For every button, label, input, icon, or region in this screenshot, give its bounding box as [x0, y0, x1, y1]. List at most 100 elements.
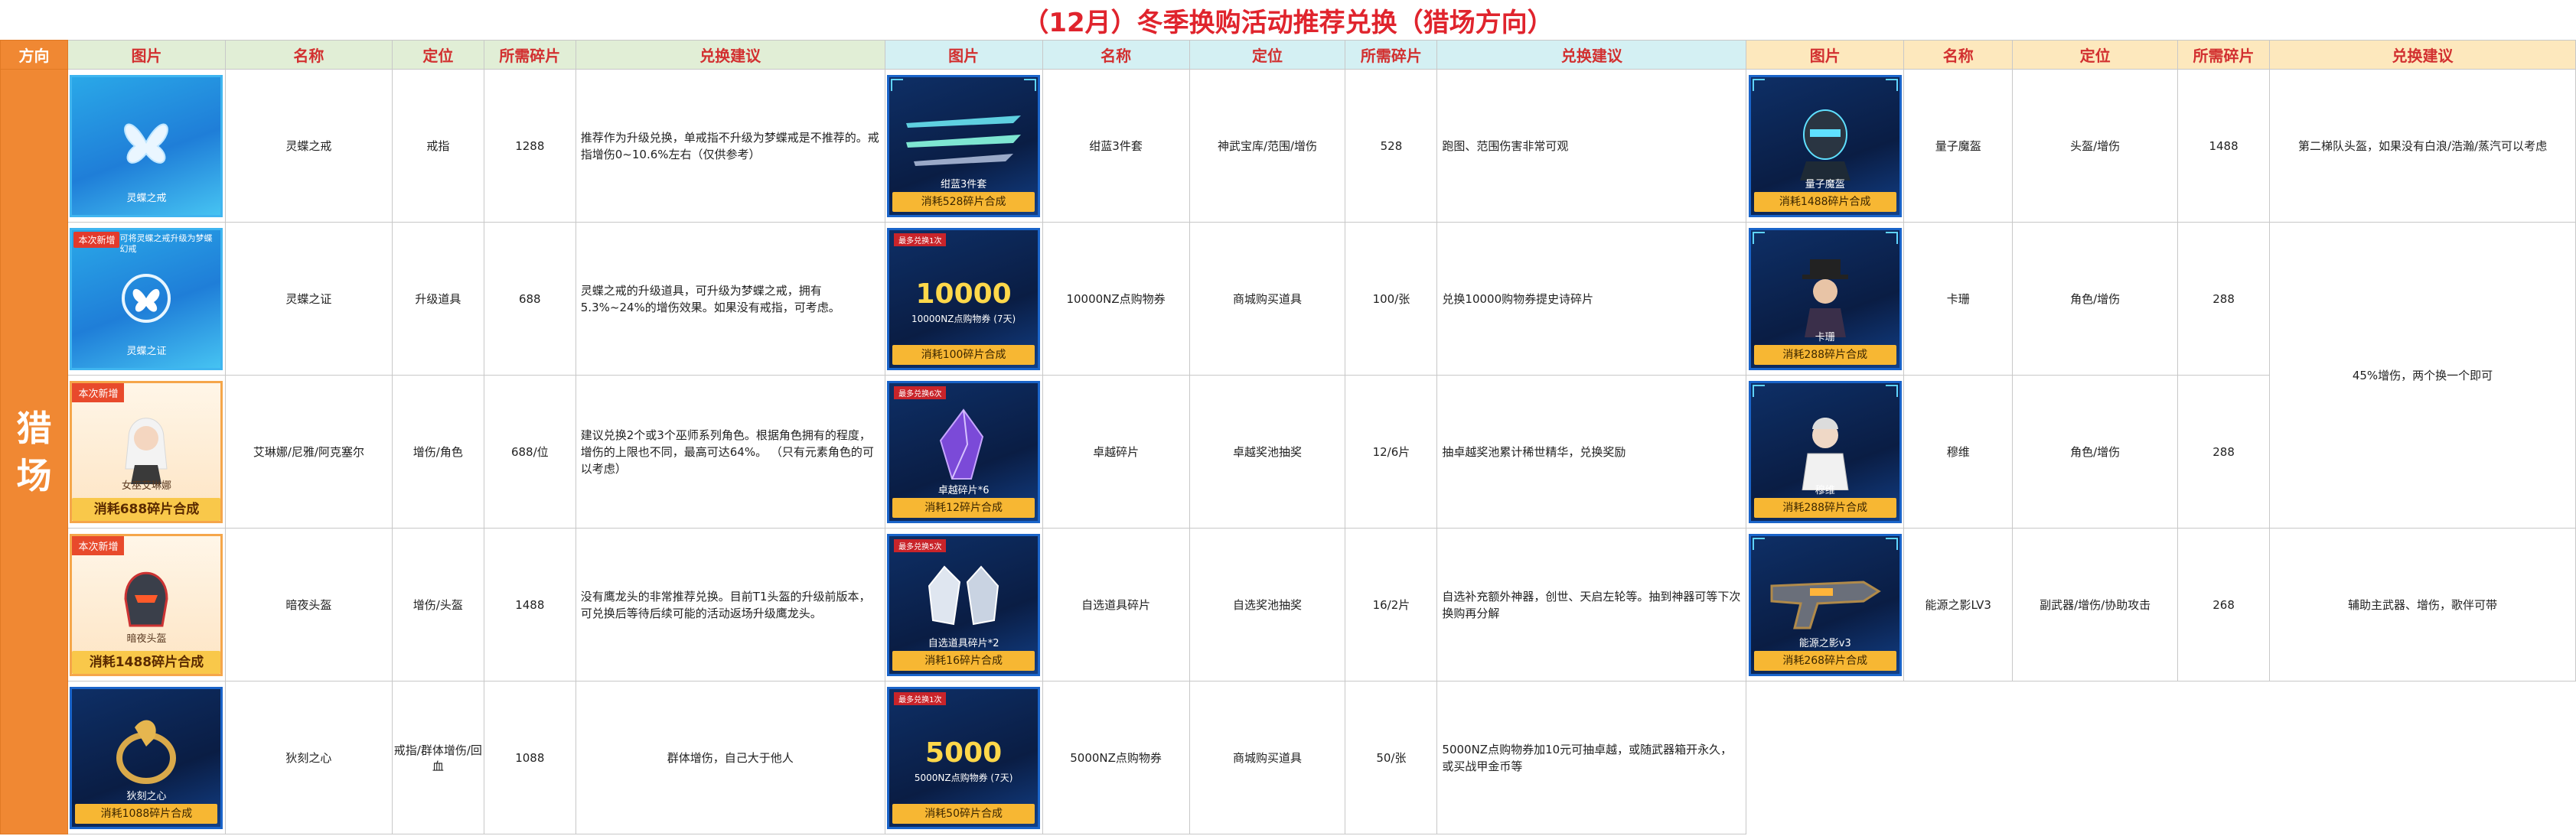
image-cell: 能源之影v3 消耗268碎片合成	[1746, 528, 1905, 681]
card-cost-bar: 消耗100碎片合成	[892, 344, 1035, 365]
table-row: 狄刻之心 消耗1088碎片合成 狄刻之心 戒指/群体增伤/回血 1088 群体增…	[1, 681, 2576, 834]
card-name: 穆维	[1815, 484, 1835, 496]
dark-helmet-icon	[124, 571, 168, 626]
cost-cell: 50/张	[1345, 681, 1438, 834]
cost-cell: 12/6片	[1345, 375, 1438, 529]
header-cost: 所需碎片	[1345, 40, 1438, 70]
card-name: 绀蓝3件套	[940, 178, 987, 190]
advice-cell: 推荐作为升级兑换，单戒指不升级为梦蝶戒是不推荐的。戒指增伤0~10.6%左右（仅…	[575, 69, 885, 223]
image-cell: 本次新增 女巫艾琳娜 消耗688碎片合成	[67, 375, 226, 529]
name-cell: 灵蝶之戒	[224, 69, 393, 223]
table-row: 本次新增 可将灵蝶之戒升级为梦蝶幻戒 灵蝶之证 灵蝶之证 升级道具 688 灵蝶…	[1, 222, 2576, 529]
table-row: 猎场 灵蝶之戒 灵蝶之戒 戒指 1288 推荐作为升级兑换，单戒指不升级为梦蝶戒…	[0, 69, 2576, 834]
role-cell: 角色/增伤	[2012, 375, 2179, 529]
character-hat-icon	[1802, 259, 1848, 337]
card-cost-bar: 消耗688碎片合成	[72, 497, 221, 521]
cost-cell: 688	[483, 222, 576, 376]
silver-crystal-icon	[928, 564, 999, 625]
item-card: 本次新增 可将灵蝶之戒升级为梦蝶幻戒 灵蝶之证	[70, 227, 223, 370]
new-badge: 本次新增	[73, 231, 120, 248]
butterfly-badge-icon	[122, 273, 171, 323]
header-name: 名称	[224, 40, 393, 70]
image-cell: 最多兑换6次 卓越碎片*6 消耗12碎片合成	[884, 375, 1043, 529]
role-cell: 戒指	[391, 69, 484, 223]
card-name: 卡珊	[1815, 331, 1835, 343]
coupon-amount: 10000	[915, 278, 1012, 310]
cost-cell: 288	[2177, 375, 2271, 529]
direction-cell: 猎场	[0, 69, 68, 834]
role-cell: 商城购买道具	[1189, 681, 1346, 834]
advice-cell: 灵蝶之戒的升级道具，可升级为梦蝶之戒，拥有5.3%~24%的增伤效果。如果没有戒…	[575, 222, 885, 376]
limit-badge: 最多兑换6次	[894, 385, 947, 399]
advice-cell: 辅助主武器、增伤，歌伴可带	[2269, 528, 2576, 681]
item-card: 最多兑换6次 卓越碎片*6 消耗12碎片合成	[887, 380, 1041, 523]
cost-cell: 1288	[483, 69, 576, 223]
name-cell: 暗夜头盔	[224, 528, 393, 681]
role-cell: 商城购买道具	[1189, 222, 1346, 376]
name-cell: 10000NZ点购物券	[1042, 222, 1190, 376]
header-name: 名称	[1042, 40, 1190, 70]
header-image: 图片	[884, 40, 1043, 70]
name-cell: 绀蓝3件套	[1042, 69, 1190, 223]
name-cell: 量子魔盔	[1903, 69, 2014, 223]
energy-gun-icon	[1770, 580, 1881, 629]
item-card: 能源之影v3 消耗268碎片合成	[1748, 533, 1902, 676]
card-name: 灵蝶之戒	[126, 192, 167, 204]
item-card: 最多兑换1次 5000 5000NZ点购物券 (7天) 消耗50碎片合成	[887, 686, 1041, 829]
card-note: 可将灵蝶之戒升级为梦蝶幻戒	[119, 233, 213, 254]
cost-cell: 268	[2177, 528, 2271, 681]
advice-cell: 5000NZ点购物券加10元可抽卓越，或随武器箱开永久，或买战甲金币等	[1436, 681, 1747, 834]
advice-cell: 第二梯队头盔，如果没有白浪/浩瀚/蒸汽可以考虑	[2269, 69, 2576, 223]
blue-weapon-set-icon	[906, 115, 1022, 166]
header-row: 方向 图片 名称 定位 所需碎片 兑换建议 图片 名称 定位 所需碎片 兑换建议…	[0, 40, 2576, 70]
dike-heart-icon	[116, 720, 177, 784]
card-cost-bar: 消耗12碎片合成	[892, 497, 1035, 518]
table-row: 本次新增 暗夜头盔 消耗1488碎片合成 暗夜头盔 增伤/头盔 1488 没有鹰…	[1, 528, 2576, 681]
name-cell: 狄刻之心	[224, 681, 393, 834]
limit-badge: 最多兑换5次	[894, 538, 947, 552]
header-advice: 兑换建议	[1436, 40, 1747, 70]
card-cost-bar: 消耗268碎片合成	[1753, 650, 1896, 671]
role-cell: 自选奖池抽奖	[1189, 528, 1346, 681]
empty-area	[1746, 681, 2576, 834]
image-cell: 本次新增 暗夜头盔 消耗1488碎片合成	[67, 528, 226, 681]
character-white-suit-icon	[1802, 417, 1849, 490]
header-role: 定位	[391, 40, 484, 70]
advice-cell: 跑图、范围伤害非常可观	[1436, 69, 1747, 223]
advice-cell: 兑换10000购物券提史诗碎片	[1436, 222, 1747, 376]
item-card: 本次新增 女巫艾琳娜 消耗688碎片合成	[70, 380, 223, 523]
card-cost-bar: 消耗16碎片合成	[892, 650, 1035, 671]
card-cost-bar: 消耗288碎片合成	[1753, 344, 1896, 365]
header-direction: 方向	[0, 40, 68, 70]
image-cell: 绀蓝3件套 消耗528碎片合成	[884, 69, 1043, 223]
image-cell: 本次新增 可将灵蝶之戒升级为梦蝶幻戒 灵蝶之证	[67, 222, 226, 376]
role-cell: 副武器/增伤/协助攻击	[2012, 528, 2179, 681]
role-cell: 角色/增伤	[2012, 222, 2179, 376]
cost-cell: 288	[2177, 222, 2271, 376]
card-cost-bar: 消耗1088碎片合成	[75, 803, 218, 824]
item-card: 灵蝶之戒	[70, 74, 223, 217]
card-cost-bar: 消耗1488碎片合成	[1753, 191, 1896, 212]
cost-cell: 528	[1345, 69, 1438, 223]
purple-crystal-icon	[940, 408, 984, 480]
item-card: 穆维 消耗288碎片合成	[1748, 380, 1902, 523]
card-cost-bar: 消耗288碎片合成	[1753, 497, 1896, 518]
cost-cell: 16/2片	[1345, 528, 1438, 681]
exchange-table: 方向 图片 名称 定位 所需碎片 兑换建议 图片 名称 定位 所需碎片 兑换建议…	[0, 40, 2576, 834]
image-cell: 最多兑换1次 5000 5000NZ点购物券 (7天) 消耗50碎片合成	[884, 681, 1043, 834]
role-cell: 增伤/头盔	[391, 528, 484, 681]
header-advice: 兑换建议	[575, 40, 885, 70]
role-cell: 戒指/群体增伤/回血	[391, 681, 484, 834]
item-card: 卡珊 消耗288碎片合成	[1748, 227, 1902, 370]
coupon-label: 5000NZ点购物券 (7天)	[914, 772, 1013, 783]
cost-cell: 1488	[483, 528, 576, 681]
card-name: 狄刻之心	[126, 790, 167, 802]
page-title: （12月）冬季换购活动推荐兑换（猎场方向）	[0, 0, 2576, 41]
name-cell: 艾琳娜/尼雅/阿克塞尔	[224, 375, 393, 529]
card-name: 卓越碎片*6	[937, 484, 990, 496]
advice-cell: 自选补充额外神器，创世、天启左轮等。抽到神器可等下次换购再分解	[1436, 528, 1747, 681]
item-card: 绀蓝3件套 消耗528碎片合成	[887, 74, 1041, 217]
advice-cell: 没有鹰龙头的非常推荐兑换。目前T1头盔的升级前版本，可兑换后等待后续可能的活动返…	[575, 528, 885, 681]
name-cell: 灵蝶之证	[224, 222, 393, 376]
card-name: 自选道具碎片*2	[928, 637, 999, 649]
